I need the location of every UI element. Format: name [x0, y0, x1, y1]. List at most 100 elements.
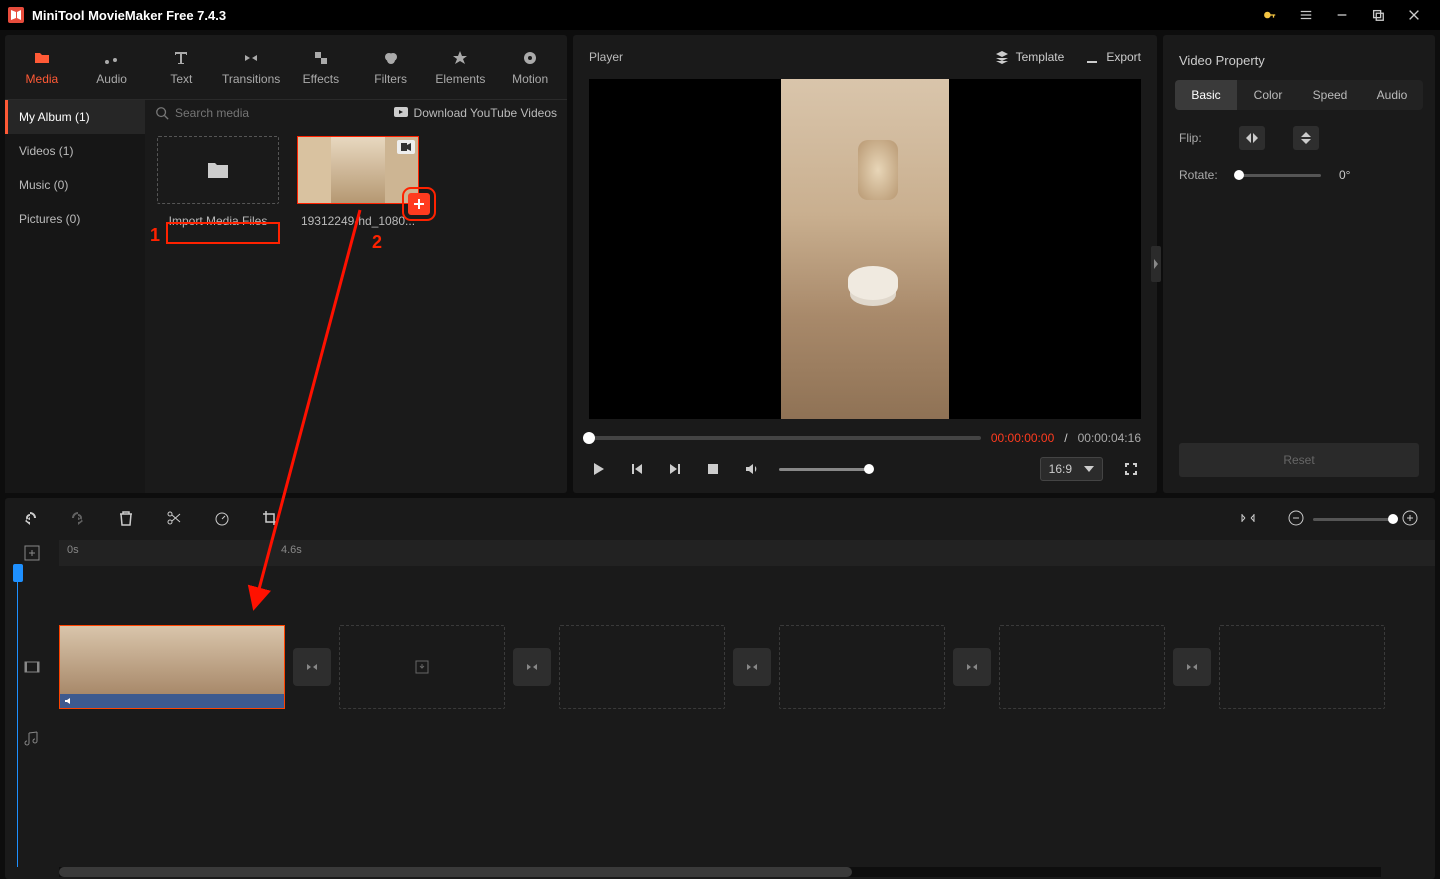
timeline-clip[interactable] [59, 625, 285, 709]
effects-icon [311, 48, 331, 68]
next-frame-button[interactable] [665, 459, 685, 479]
redo-button[interactable] [69, 509, 87, 530]
sidebar-item-myalbum[interactable]: My Album (1) [5, 100, 145, 134]
stop-button[interactable] [703, 459, 723, 479]
template-button[interactable]: Template [994, 49, 1065, 65]
transition-slot[interactable] [953, 648, 991, 686]
prop-tab-color[interactable]: Color [1237, 80, 1299, 110]
title-bar: MiniTool MovieMaker Free 7.4.3 [0, 0, 1440, 30]
export-button[interactable]: Export [1084, 49, 1141, 65]
youtube-icon [394, 107, 408, 119]
layers-icon [994, 49, 1010, 65]
transition-slot[interactable] [513, 648, 551, 686]
empty-clip-slot[interactable] [559, 625, 725, 709]
text-icon [171, 48, 191, 68]
audio-track-icon [23, 730, 41, 748]
search-input[interactable] [175, 106, 330, 120]
empty-clip-slot[interactable] [999, 625, 1165, 709]
add-to-timeline-button[interactable] [408, 193, 430, 215]
split-button[interactable] [165, 509, 183, 530]
aspect-ratio-select[interactable]: 16:9 [1040, 457, 1103, 481]
play-button[interactable] [589, 459, 609, 479]
import-media-card[interactable]: Import Media Files [157, 136, 279, 228]
reset-button[interactable]: Reset [1179, 443, 1419, 477]
unlock-icon[interactable] [1252, 0, 1288, 30]
tab-media[interactable]: Media [11, 44, 73, 90]
delete-button[interactable] [117, 509, 135, 530]
search-input-wrap[interactable] [155, 106, 330, 120]
undo-button[interactable] [21, 509, 39, 530]
prop-tab-basic[interactable]: Basic [1175, 80, 1237, 110]
empty-clip-slot[interactable] [779, 625, 945, 709]
minimize-button[interactable] [1324, 0, 1360, 30]
tab-filters[interactable]: Filters [360, 44, 422, 90]
preview-viewport[interactable] [589, 79, 1141, 419]
top-tabs: Media Audio Text Transitions Effects Fil… [5, 35, 567, 99]
motion-icon [520, 48, 540, 68]
tab-effects[interactable]: Effects [290, 44, 352, 90]
transitions-icon [241, 48, 261, 68]
crop-button[interactable] [261, 509, 279, 530]
transition-slot[interactable] [733, 648, 771, 686]
tab-elements[interactable]: Elements [430, 44, 492, 90]
media-panel: Media Audio Text Transitions Effects Fil… [5, 35, 567, 493]
zoom-out-button[interactable] [1287, 509, 1305, 530]
chevron-down-icon [1084, 465, 1094, 473]
prev-frame-button[interactable] [627, 459, 647, 479]
volume-button[interactable] [741, 459, 761, 479]
timeline-panel: 0s 4.6s [5, 498, 1435, 879]
tab-motion[interactable]: Motion [499, 44, 561, 90]
prop-tab-speed[interactable]: Speed [1299, 80, 1361, 110]
flip-horizontal-button[interactable] [1239, 126, 1265, 150]
preview-image [781, 79, 949, 419]
download-youtube-link[interactable]: Download YouTube Videos [394, 106, 557, 120]
elements-icon [450, 48, 470, 68]
app-logo [8, 7, 24, 23]
add-track-icon[interactable] [23, 544, 41, 562]
transition-slot[interactable] [293, 648, 331, 686]
property-panel: Video Property Basic Color Speed Audio F… [1163, 35, 1435, 493]
close-button[interactable] [1396, 0, 1432, 30]
folder-plus-icon [206, 160, 230, 180]
scrub-bar[interactable] [589, 436, 981, 440]
sidebar-item-videos[interactable]: Videos (1) [5, 134, 145, 168]
playhead[interactable] [17, 566, 18, 867]
album-sidebar: My Album (1) Videos (1) Music (0) Pictur… [5, 100, 145, 493]
speed-button[interactable] [213, 509, 231, 530]
tab-text[interactable]: Text [151, 44, 213, 90]
transition-slot[interactable] [1173, 648, 1211, 686]
clip-audio-icon [64, 696, 74, 706]
annotation-number-2: 2 [372, 232, 382, 253]
timeline-scrollbar[interactable] [59, 867, 1381, 877]
rotate-value: 0° [1339, 168, 1350, 182]
scrub-handle[interactable] [583, 432, 595, 444]
property-title: Video Property [1163, 35, 1435, 80]
volume-slider[interactable] [779, 468, 869, 471]
flip-vertical-button[interactable] [1293, 126, 1319, 150]
prop-tab-audio[interactable]: Audio [1361, 80, 1423, 110]
fullscreen-button[interactable] [1121, 459, 1141, 479]
menu-icon[interactable] [1288, 0, 1324, 30]
empty-clip-slot[interactable] [339, 625, 505, 709]
rotate-slider[interactable] [1239, 174, 1321, 177]
search-icon [155, 106, 169, 120]
rotate-label: Rotate: [1179, 168, 1239, 182]
empty-clip-slot[interactable] [1219, 625, 1385, 709]
folder-icon [32, 48, 52, 68]
filters-icon [381, 48, 401, 68]
panel-collapse-handle[interactable] [1151, 246, 1161, 282]
player-title: Player [589, 50, 623, 64]
fit-button[interactable] [1239, 509, 1257, 530]
zoom-in-button[interactable] [1401, 509, 1419, 530]
media-clip-card[interactable]: 19312249-hd_1080... [297, 136, 419, 228]
tab-audio[interactable]: Audio [81, 44, 143, 90]
zoom-slider[interactable] [1313, 518, 1393, 521]
timeline-ruler[interactable]: 0s 4.6s [59, 540, 1435, 566]
music-note-icon [102, 48, 122, 68]
sidebar-item-music[interactable]: Music (0) [5, 168, 145, 202]
current-time: 00:00:00:00 [991, 431, 1054, 445]
tab-transitions[interactable]: Transitions [220, 44, 282, 90]
clip-name-label: 19312249-hd_1080... [297, 214, 419, 228]
sidebar-item-pictures[interactable]: Pictures (0) [5, 202, 145, 236]
maximize-button[interactable] [1360, 0, 1396, 30]
